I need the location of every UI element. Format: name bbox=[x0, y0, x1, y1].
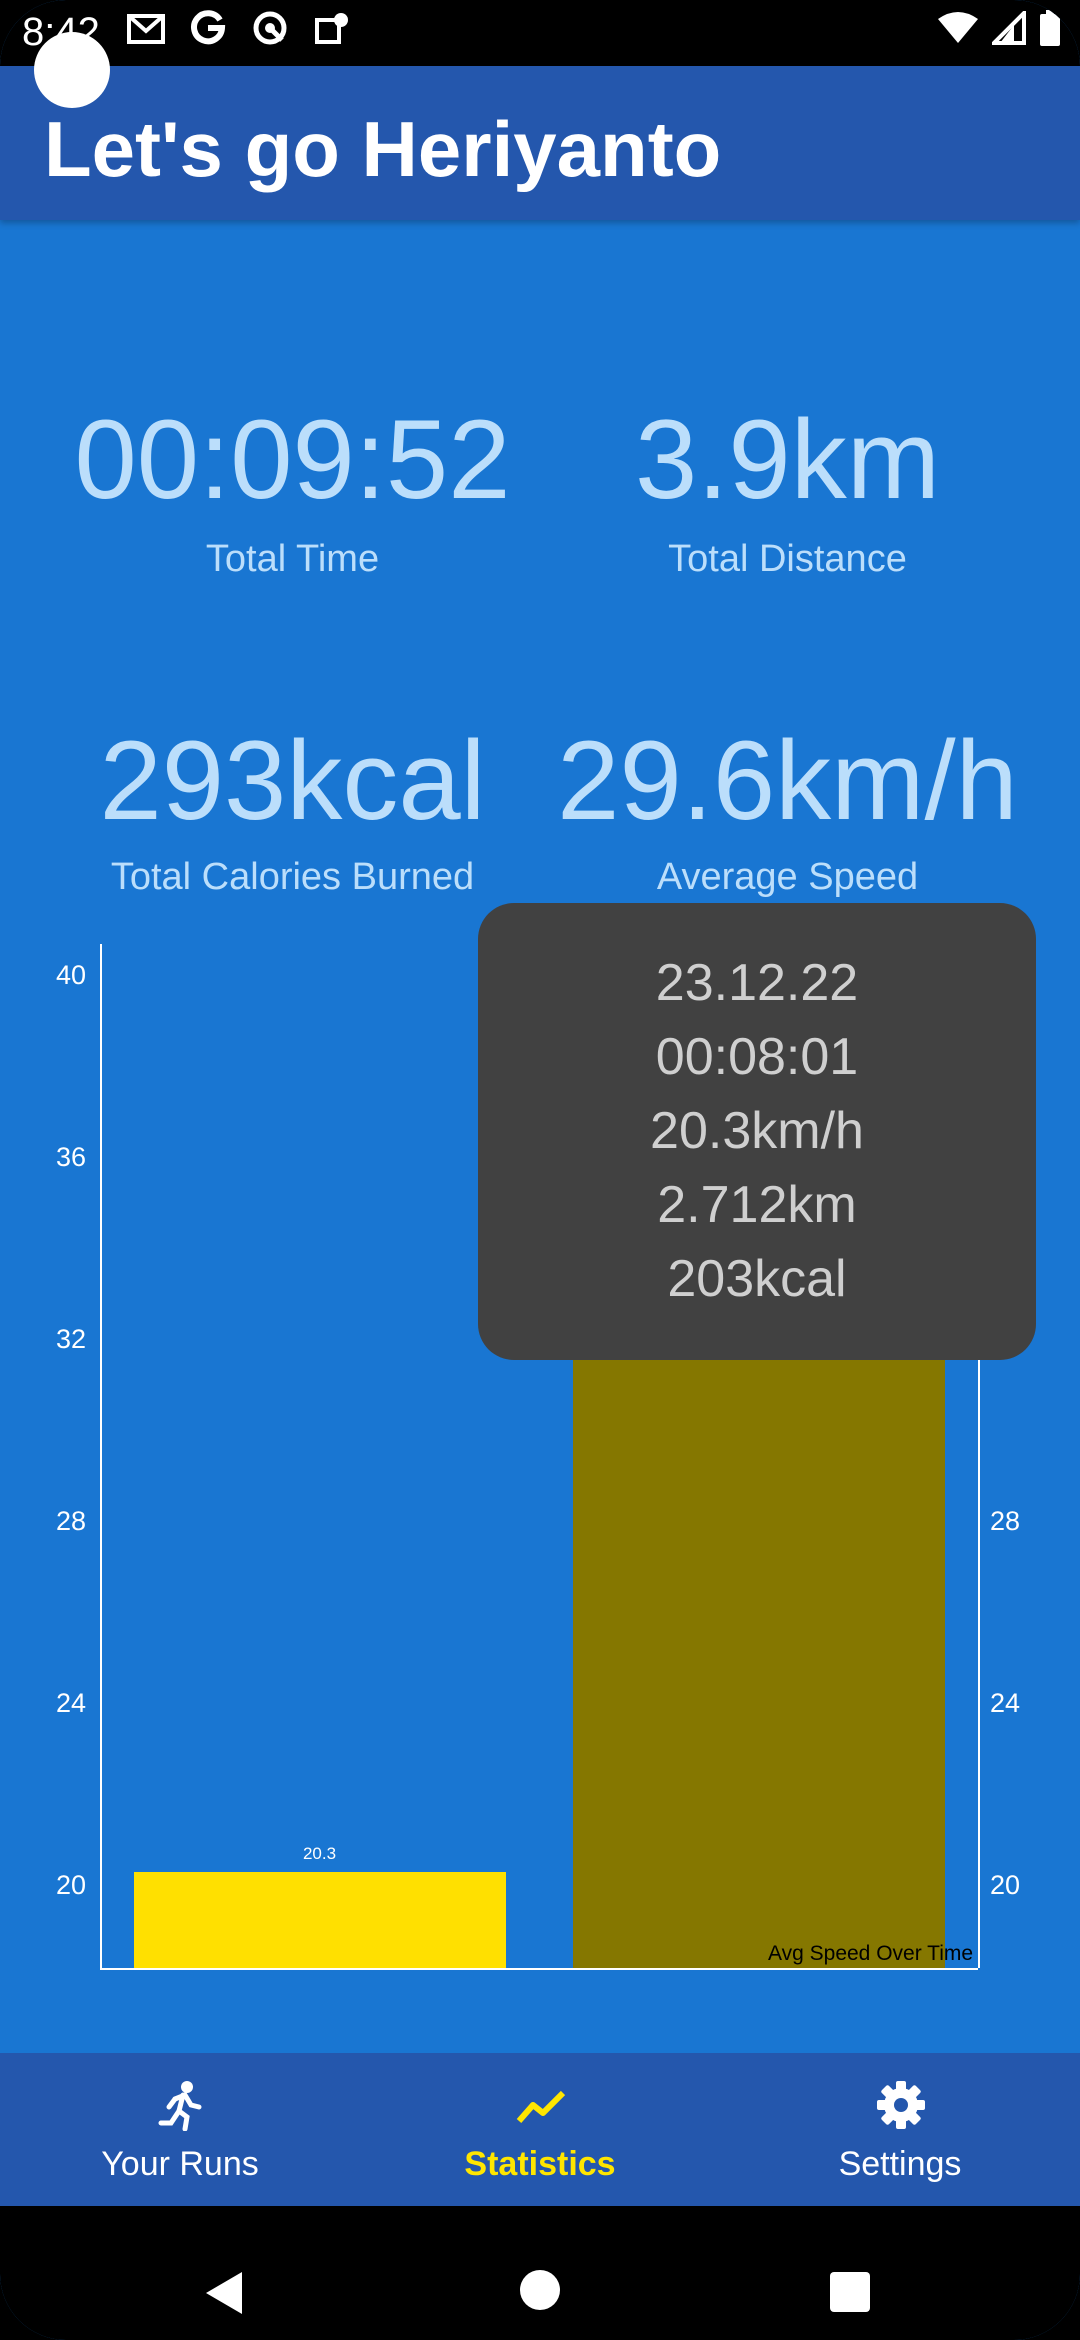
running-person-icon bbox=[158, 2081, 202, 2131]
recents-icon[interactable] bbox=[828, 2270, 872, 2314]
nav-your-runs[interactable]: Your Runs bbox=[0, 2053, 360, 2206]
screen-record-dot bbox=[34, 32, 110, 108]
y-tick-label: 40 bbox=[56, 959, 87, 990]
system-navigation-bar bbox=[0, 2206, 1080, 2340]
total-distance-value: 3.9km bbox=[635, 397, 940, 522]
nav-statistics[interactable]: Statistics bbox=[360, 2053, 720, 2206]
tooltip-duration: 00:08:01 bbox=[655, 1028, 859, 1086]
status-bar: 8:42 bbox=[0, 0, 1080, 66]
signal-app-icon bbox=[250, 10, 290, 56]
nav-settings[interactable]: Settings bbox=[720, 2053, 1080, 2206]
tooltip-distance: 2.712km bbox=[657, 1176, 857, 1234]
back-icon[interactable] bbox=[202, 2270, 248, 2316]
y-tick-label: 28 bbox=[56, 1505, 87, 1536]
x-axis bbox=[100, 1968, 978, 1970]
y-tick-label: 20 bbox=[56, 1870, 87, 1901]
page-title: Let's go Heriyanto bbox=[44, 105, 722, 193]
total-calories-value: 293kcal bbox=[99, 718, 486, 843]
nav-label-statistics: Statistics bbox=[464, 2145, 616, 2183]
gmail-icon bbox=[126, 10, 166, 56]
y-tick-label: 32 bbox=[56, 1323, 87, 1354]
phone-screen: 8:42 Let's go Heriyanto 00:09:52 Total T… bbox=[0, 0, 1080, 2340]
y-axis-left bbox=[100, 944, 102, 1968]
bottom-navigation: Your Runs Statistics Settings bbox=[0, 2053, 1080, 2206]
tooltip-date: 23.12.22 bbox=[655, 954, 859, 1012]
gear-icon bbox=[877, 2081, 925, 2129]
nav-label-settings: Settings bbox=[838, 2145, 962, 2183]
home-icon[interactable] bbox=[518, 2268, 562, 2312]
y-tick-label: 24 bbox=[56, 1688, 87, 1719]
app-bar: Let's go Heriyanto bbox=[0, 66, 1080, 220]
wifi-icon bbox=[938, 11, 978, 50]
total-distance-label: Total Distance bbox=[668, 538, 907, 580]
total-time-value: 00:09:52 bbox=[74, 397, 511, 522]
average-speed-label: Average Speed bbox=[656, 856, 919, 898]
chart-marker-tooltip: 23.12.22 00:08:01 20.3km/h 2.712km 203kc… bbox=[478, 903, 1036, 1360]
y-right-tick-label: 24 bbox=[990, 1688, 1021, 1719]
tooltip-calories: 203kcal bbox=[667, 1250, 847, 1308]
notification-icons bbox=[126, 10, 352, 56]
y-right-tick-label: 28 bbox=[990, 1505, 1021, 1536]
tooltip-speed: 20.3km/h bbox=[650, 1102, 864, 1160]
trend-chart-icon bbox=[516, 2090, 566, 2123]
average-speed-value: 29.6km/h bbox=[557, 718, 1018, 843]
chart-description: Avg Speed Over Time bbox=[768, 1942, 974, 1965]
system-status-icons bbox=[938, 8, 1060, 51]
nav-label-your-runs: Your Runs bbox=[101, 2145, 259, 2183]
bar-value-label: 20.3 bbox=[302, 1844, 337, 1864]
total-calories-label: Total Calories Burned bbox=[110, 856, 475, 898]
google-icon bbox=[188, 10, 228, 56]
total-time-label: Total Time bbox=[205, 538, 380, 580]
y-right-tick-label: 20 bbox=[990, 1870, 1021, 1901]
chart-bar bbox=[133, 1872, 506, 1968]
cell-signal-icon bbox=[989, 8, 1026, 50]
maps-icon bbox=[312, 10, 352, 56]
y-tick-label: 36 bbox=[56, 1141, 87, 1172]
battery-icon bbox=[1040, 10, 1060, 51]
